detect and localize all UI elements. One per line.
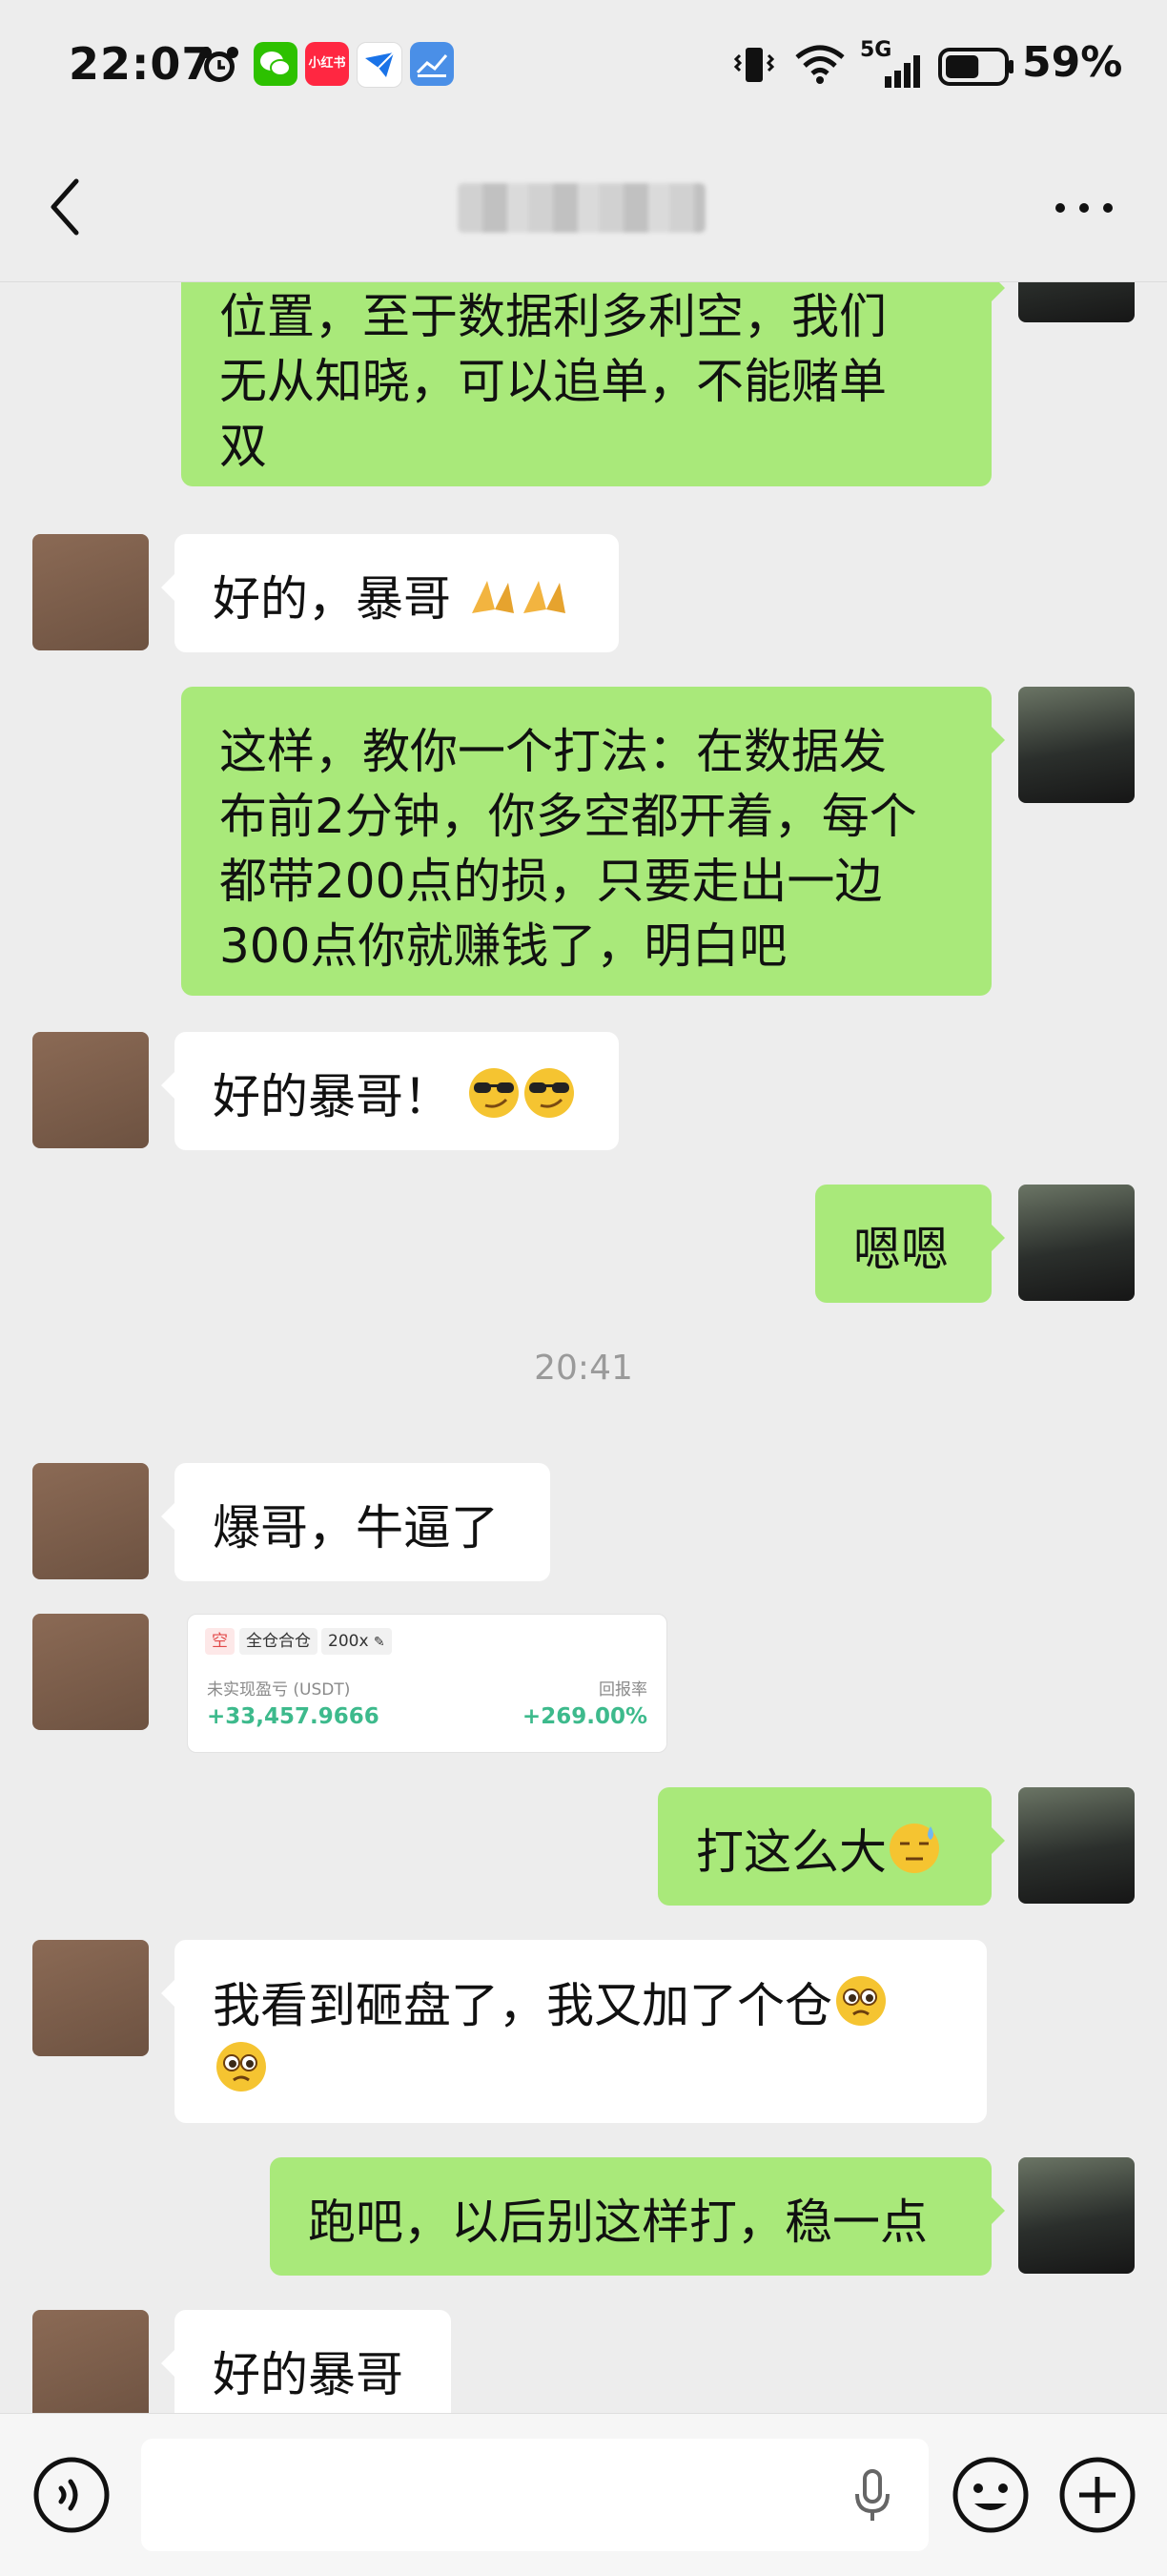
message-bubble[interactable]: 位置，至于数据利多利空，我们 无从知晓，可以追单，不能赌单 双 <box>181 282 1005 486</box>
pnl-value: +33,457.9666 <box>207 1704 379 1729</box>
message-text: 跑吧，以后别这样打，稳一点 <box>308 2195 928 2250</box>
margin-mode-tag: 全仓合仓 <box>239 1628 317 1655</box>
avatar[interactable] <box>1018 1185 1135 1301</box>
message-text: 嗯嗯 <box>853 1222 949 1277</box>
status-bar: 22:07 小红书 5G 59% <box>0 0 1167 134</box>
pnl-label: 未实现盈亏 (USDT) <box>207 1680 351 1700</box>
avatar[interactable] <box>32 1614 149 1730</box>
message-text: 位置，至于数据利多利空，我们 无从知晓，可以追单，不能赌单 双 <box>219 289 887 474</box>
message-text: 爆哥，牛逼了 <box>213 1500 499 1556</box>
avatar[interactable] <box>32 1463 149 1579</box>
chat-title-blurred <box>458 183 706 233</box>
message-text: 好的暴哥 <box>213 2347 403 2402</box>
leverage-label: 200x <box>328 1632 369 1651</box>
smirk-sunglasses-emoji <box>523 1068 574 1118</box>
battery-icon <box>938 48 1013 86</box>
roi-label: 回报率 <box>599 1680 647 1700</box>
roi-value: +269.00% <box>522 1704 647 1729</box>
message-text: 这样，教你一个打法：在数据发 布前2分钟，你多空都开着，每个 都带200点的损，… <box>219 724 917 974</box>
message-text: 好的，暴哥 <box>213 571 451 627</box>
message-bubble[interactable]: 跑吧，以后别这样打，稳一点 <box>270 2157 1005 2276</box>
avatar[interactable] <box>1018 687 1135 803</box>
vibrate-icon <box>733 48 775 82</box>
direction-tag: 空 <box>205 1628 235 1655</box>
emoji-icon[interactable] <box>952 2456 1030 2534</box>
message-bubble[interactable]: 好的，暴哥 <box>161 534 619 652</box>
pleading-emoji <box>836 1976 886 2026</box>
avatar[interactable] <box>1018 1787 1135 1904</box>
message-bubble[interactable]: 嗯嗯 <box>815 1185 1005 1303</box>
plus-icon[interactable] <box>1058 2456 1136 2534</box>
message-bubble[interactable]: 打这么大 <box>658 1787 1005 1906</box>
message-timestamp: 20:41 <box>534 1349 633 1388</box>
xiaohongshu-label: 小红书 <box>308 56 346 71</box>
message-bubble[interactable]: 好的暴哥！ <box>161 1032 619 1150</box>
wechat-icon <box>254 42 297 86</box>
message-input[interactable] <box>141 2439 929 2551</box>
message-text: 我看到砸盘了，我又加了个仓 <box>213 1978 832 2033</box>
avatar[interactable] <box>32 534 149 650</box>
chat-header <box>0 134 1167 282</box>
avatar[interactable] <box>32 1940 149 2056</box>
edit-icon: ✎ <box>373 1635 385 1650</box>
message-bubble[interactable]: 爆哥，牛逼了 <box>161 1463 550 1581</box>
trade-screenshot-card[interactable]: 空 全仓合仓 200x ✎ 未实现盈亏 (USDT) 回报率 +33,457.9… <box>187 1614 667 1753</box>
signal-icon <box>885 55 920 88</box>
more-dots-icon[interactable] <box>1051 189 1117 227</box>
message-bubble[interactable]: 我看到砸盘了，我又加了个仓 <box>161 1940 987 2123</box>
chart-app-icon <box>410 42 454 86</box>
microphone-icon[interactable] <box>849 2467 896 2524</box>
status-time: 22:07 <box>69 38 214 90</box>
leverage-tag: 200x ✎ <box>321 1628 392 1655</box>
email-app-icon <box>357 42 402 88</box>
message-text: 打这么大 <box>696 1824 887 1880</box>
wifi-icon <box>795 45 845 84</box>
folded-hands-emoji <box>522 581 565 613</box>
message-bubble[interactable]: 好的暴哥 <box>161 2310 451 2413</box>
folded-hands-emoji <box>471 581 514 613</box>
smirk-sunglasses-emoji <box>468 1068 519 1118</box>
message-text: 好的暴哥！ <box>213 1069 451 1124</box>
alarm-icon <box>200 47 238 82</box>
input-bar <box>0 2413 1167 2576</box>
pleading-emoji <box>216 2042 266 2092</box>
message-list[interactable]: 位置，至于数据利多利空，我们 无从知晓，可以追单，不能赌单 双 好的，暴哥 这样… <box>0 282 1167 2413</box>
avatar[interactable] <box>32 1032 149 1148</box>
avatar[interactable] <box>1018 2157 1135 2274</box>
avatar[interactable] <box>1018 282 1135 322</box>
battery-percent: 59% <box>1022 38 1123 87</box>
xiaohongshu-icon: 小红书 <box>305 42 349 86</box>
sweat-emoji <box>890 1824 939 1873</box>
message-bubble[interactable]: 这样，教你一个打法：在数据发 布前2分钟，你多空都开着，每个 都带200点的损，… <box>181 687 1005 996</box>
chevron-left-icon[interactable] <box>42 174 88 240</box>
voice-toggle-icon[interactable] <box>32 2456 111 2534</box>
avatar[interactable] <box>32 2310 149 2413</box>
